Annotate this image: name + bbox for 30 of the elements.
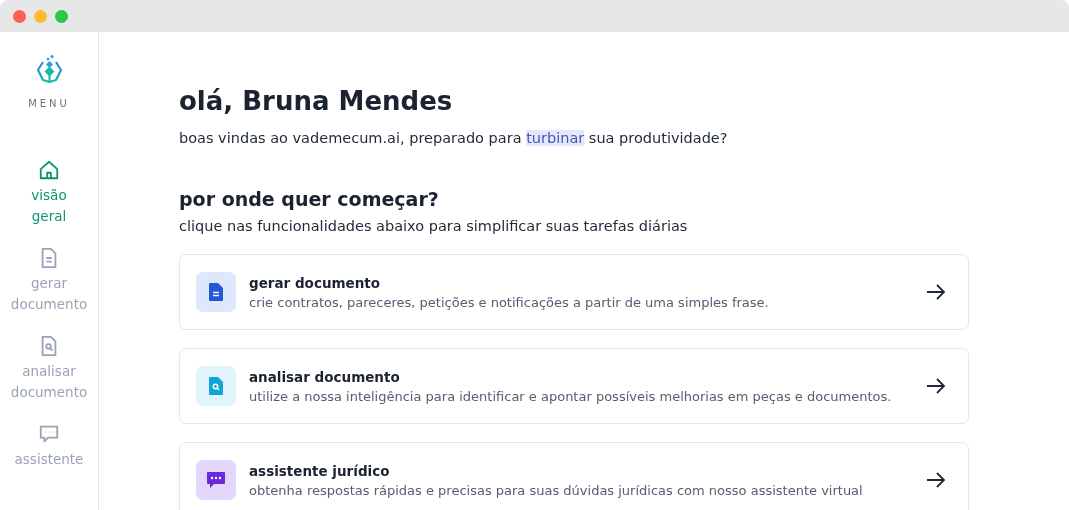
card-title: gerar documento bbox=[249, 274, 382, 291]
card-description: crie contratos, pareceres, petições e notificações a partir de uma simples frase. bbox=[249, 294, 770, 310]
document-search-icon bbox=[196, 366, 236, 406]
document-icon bbox=[196, 272, 236, 312]
section-heading: por onde quer começar? bbox=[179, 188, 440, 210]
card-title: assistente jurídico bbox=[249, 462, 391, 479]
sidebar-item[interactable]: gerar documento bbox=[10, 247, 88, 315]
arrow-right-icon bbox=[926, 378, 946, 394]
sidebar-item[interactable]: analisar documento bbox=[10, 335, 88, 403]
arrow-right-icon bbox=[926, 472, 946, 488]
sidebar-item[interactable]: visão geral bbox=[31, 159, 67, 227]
chat-icon bbox=[38, 423, 60, 445]
section-description: clique nas funcionalidades abaixo para simplificar suas tarefas diárias bbox=[179, 218, 689, 234]
feature-card[interactable]: analisar documento utilize a nossa inteligência para identificar e apontar possíveis melhorias em peças e documentos. bbox=[179, 348, 969, 424]
sidebar-item[interactable]: assistente bbox=[14, 423, 84, 470]
feature-card[interactable]: gerar documento crie contratos, pareceres, petições e notificações a partir de uma simples frase. bbox=[179, 254, 969, 330]
home-icon bbox=[38, 159, 60, 181]
menu-label: MENU bbox=[28, 98, 70, 109]
close-button[interactable] bbox=[13, 9, 26, 23]
card-description: obtenha respostas rápidas e precisas para suas dúvidas jurídicas com nosso assistente virtual bbox=[249, 482, 864, 498]
welcome-text: boas vindas ao vademecum.ai, preparado para turbinar sua produtividade? bbox=[179, 130, 729, 146]
chat-icon bbox=[196, 460, 236, 500]
logo-icon bbox=[35, 54, 63, 86]
card-title: analisar documento bbox=[249, 368, 401, 385]
greeting-heading: olá, Bruna Mendes bbox=[179, 86, 454, 116]
arrow-right-icon bbox=[926, 284, 946, 300]
minimize-button[interactable] bbox=[34, 9, 47, 23]
card-description: utilize a nossa inteligência para identificar e apontar possíveis melhorias em peças e documentos. bbox=[249, 388, 893, 404]
maximize-button[interactable] bbox=[55, 9, 68, 23]
feature-card[interactable]: assistente jurídico obtenha respostas rápidas e precisas para suas dúvidas jurídicas com nosso assistente virtual bbox=[179, 442, 969, 510]
